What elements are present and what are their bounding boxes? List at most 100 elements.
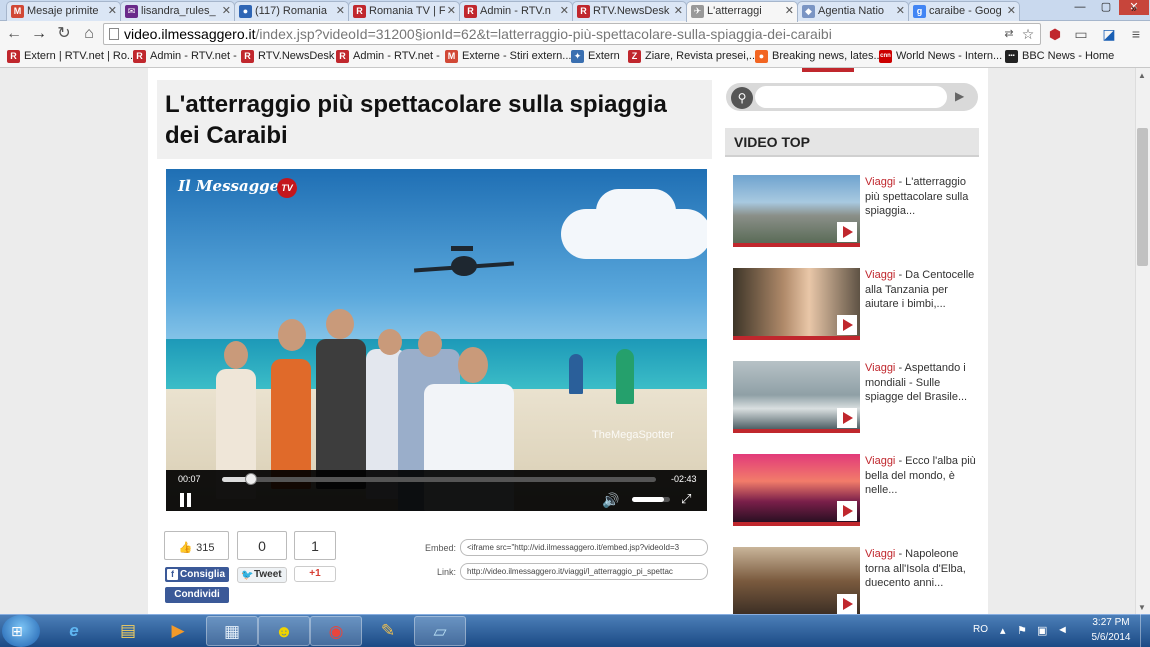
browser-tab[interactable]: ● (117) Romania ✕ <box>234 1 349 21</box>
tab-close-icon[interactable]: ✕ <box>785 4 794 17</box>
video-top-caption[interactable]: Viaggi - Da Centocelle alla Tanzania per… <box>865 268 977 312</box>
browser-tab[interactable]: M Mesaje primite ✕ <box>6 1 121 21</box>
scroll-up-icon[interactable]: ▲ <box>1138 71 1146 80</box>
link-field[interactable]: http://video.ilmessaggero.it/viaggi/l_at… <box>460 563 708 580</box>
bookmark-item[interactable]: ● Breaking news, lates... <box>755 50 883 63</box>
extension-icon[interactable]: ◪ <box>1100 25 1118 43</box>
scroll-down-icon[interactable]: ▼ <box>1138 603 1146 612</box>
video-top-caption[interactable]: Viaggi - Ecco l'alba più bella del mondo… <box>865 454 977 498</box>
scrollbar-thumb[interactable] <box>1137 128 1148 266</box>
tab-close-icon[interactable]: ✕ <box>1007 4 1016 17</box>
browser-tab[interactable]: ✈ L'atterraggi ✕ <box>686 1 798 22</box>
translate-icon[interactable]: ⇄ <box>1000 25 1018 43</box>
bookmark-item[interactable]: Z Ziare, Revista presei,... <box>628 50 758 63</box>
bookmark-item[interactable]: R Extern | RTV.net | Ro... <box>7 50 136 63</box>
media-player-icon[interactable]: ▶ <box>152 616 204 646</box>
browser-tab[interactable]: R RTV.NewsDesk ✕ <box>572 1 687 21</box>
play-icon[interactable] <box>837 594 857 614</box>
clock-date[interactable]: 5/6/2014 <box>1086 632 1136 643</box>
tab-close-icon[interactable]: ✕ <box>222 4 231 17</box>
show-desktop-button[interactable] <box>1140 614 1150 647</box>
tab-close-icon[interactable]: ✕ <box>896 4 905 17</box>
play-icon[interactable] <box>837 501 857 521</box>
video-top-item[interactable]: Viaggi - Ecco l'alba più bella del mondo… <box>733 454 979 532</box>
bookmark-item[interactable]: R Admin - RTV.net - <box>133 50 237 63</box>
speaker-icon[interactable]: ◄ <box>1057 624 1068 636</box>
video-top-caption[interactable]: Viaggi - Aspettando i mondiali - Sulle s… <box>865 361 977 405</box>
bookmark-item[interactable]: M Externe - Stiri extern... <box>445 50 571 63</box>
flag-icon[interactable]: ⚑ <box>1017 624 1027 637</box>
tweet-button[interactable]: 🐦 Tweet <box>237 567 287 583</box>
fullscreen-icon[interactable]: ⤢ <box>681 491 691 507</box>
video-category[interactable]: Viaggi <box>865 176 895 188</box>
show-hidden-icons[interactable]: ▴ <box>1000 624 1006 637</box>
video-top-item[interactable]: Viaggi - L'atterraggio più spettacolare … <box>733 175 979 253</box>
embed-code-field[interactable]: <iframe src="http://vid.ilmessaggero.it/… <box>460 539 708 556</box>
video-thumbnail[interactable] <box>733 361 860 433</box>
video-top-caption[interactable]: Viaggi - Napoleone torna all'Isola d'Elb… <box>865 547 977 591</box>
tab-close-icon[interactable]: ✕ <box>336 4 345 17</box>
search-submit-icon[interactable]: ▶ <box>955 89 964 103</box>
browser-tab[interactable]: R Admin - RTV.n ✕ <box>459 1 573 21</box>
tab-close-icon[interactable]: ✕ <box>560 4 569 17</box>
video-category[interactable]: Viaggi <box>865 269 895 281</box>
video-thumbnail[interactable] <box>733 547 860 614</box>
video-category[interactable]: Viaggi <box>865 362 895 374</box>
bookmark-item[interactable]: cnn World News - Intern... <box>879 50 1002 63</box>
browser-tab[interactable]: ◆ Agentia Natio ✕ <box>797 1 909 21</box>
video-top-item[interactable]: Viaggi - Napoleone torna all'Isola d'Elb… <box>733 547 979 614</box>
video-top-item[interactable]: Viaggi - Aspettando i mondiali - Sulle s… <box>733 361 979 439</box>
language-indicator[interactable]: RO <box>973 624 988 635</box>
bookmark-item[interactable]: R Admin - RTV.net - <box>336 50 440 63</box>
video-top-caption[interactable]: Viaggi - L'atterraggio più spettacolare … <box>865 175 977 219</box>
play-icon[interactable] <box>837 408 857 428</box>
window-icon[interactable]: ▭ <box>1072 25 1090 43</box>
bookmark-item[interactable]: ✦ Extern <box>571 50 620 63</box>
bookmark-item[interactable]: R RTV.NewsDesk <box>241 50 334 63</box>
maximize-icon[interactable]: ▢ <box>1093 0 1119 15</box>
back-arrow-icon[interactable]: ← <box>4 24 24 44</box>
search-icon[interactable]: ⚲ <box>731 87 753 109</box>
facebook-recommend-button[interactable]: f Consiglia <box>165 567 229 582</box>
play-icon[interactable] <box>837 222 857 242</box>
google-plus-button[interactable]: +1 <box>294 566 336 582</box>
chrome-icon[interactable]: ◉ <box>310 616 362 646</box>
browser-tab[interactable]: R Romania TV | F ✕ <box>348 1 460 21</box>
clock-time[interactable]: 3:27 PM <box>1086 617 1136 628</box>
video-player[interactable]: Il Messaggero TV TheMegaSpotter <box>166 169 707 511</box>
tab-close-icon[interactable]: ✕ <box>108 4 117 17</box>
minimize-icon[interactable]: — <box>1067 0 1093 15</box>
yahoo-messenger-icon[interactable]: ☻ <box>258 616 310 646</box>
share-button[interactable]: Condividi <box>165 587 229 603</box>
bookmark-item[interactable]: ▪▪▪ BBC News - Home <box>1005 50 1114 63</box>
ie-icon[interactable]: e <box>48 616 100 646</box>
forward-arrow-icon[interactable]: → <box>29 24 49 44</box>
more-bookmarks-icon[interactable]: » <box>1131 3 1137 15</box>
play-icon[interactable] <box>837 315 857 335</box>
tab-close-icon[interactable]: ✕ <box>674 4 683 17</box>
video-thumbnail[interactable] <box>733 175 860 247</box>
browser-tab[interactable]: g caraibe - Goog ✕ <box>908 1 1020 21</box>
network-icon[interactable]: ▣ <box>1037 624 1047 637</box>
menu-icon[interactable]: ≡ <box>1127 25 1145 43</box>
pause-icon[interactable] <box>180 493 192 507</box>
home-icon[interactable]: ⌂ <box>79 24 99 44</box>
video-thumbnail[interactable] <box>733 454 860 526</box>
paint-icon[interactable]: ✎ <box>362 616 414 646</box>
seek-bar[interactable] <box>222 477 656 482</box>
bookmark-star-icon[interactable]: ☆ <box>1019 25 1037 43</box>
search-input[interactable] <box>755 86 947 108</box>
video-top-item[interactable]: Viaggi - Da Centocelle alla Tanzania per… <box>733 268 979 346</box>
adblock-icon[interactable]: ⬢ <box>1046 25 1064 43</box>
browser-tab[interactable]: ✉ lisandra_rules_ ✕ <box>120 1 235 21</box>
reload-icon[interactable]: ↻ <box>54 24 74 44</box>
video-category[interactable]: Viaggi <box>865 455 895 467</box>
documents-icon[interactable]: ▦ <box>206 616 258 646</box>
notepad-icon[interactable]: ▱ <box>414 616 466 646</box>
explorer-icon[interactable]: ▤ <box>102 616 154 646</box>
video-thumbnail[interactable] <box>733 268 860 340</box>
address-bar[interactable]: video.ilmessaggero.it/index.jsp?videoId=… <box>103 23 1041 45</box>
video-category[interactable]: Viaggi <box>865 548 895 560</box>
tab-close-icon[interactable]: ✕ <box>447 4 456 17</box>
volume-icon[interactable]: 🔊 <box>602 492 619 509</box>
